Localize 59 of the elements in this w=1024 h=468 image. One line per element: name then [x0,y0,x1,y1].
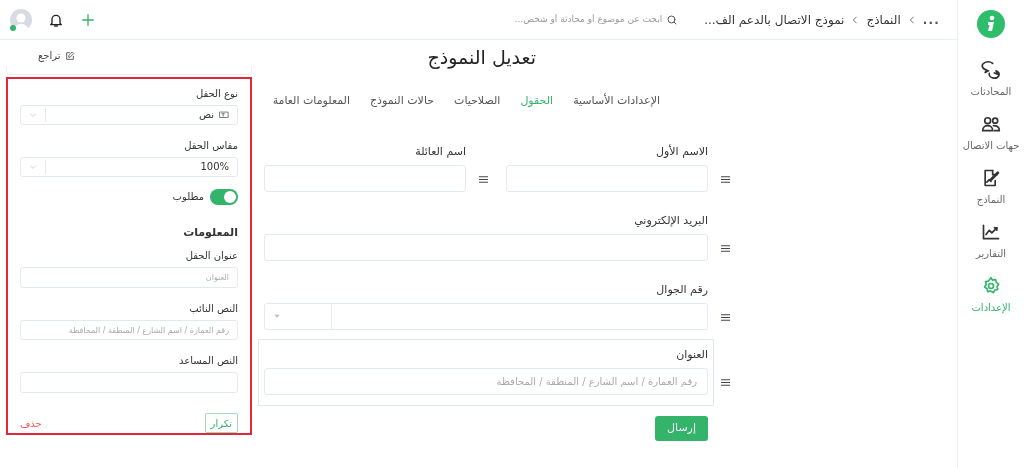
input-field[interactable] [20,372,238,393]
drag-handle-icon [720,311,731,323]
users-icon [981,114,1001,134]
edit-icon [64,50,75,61]
input-field[interactable] [506,164,708,192]
select-field[interactable]: 100% [20,156,238,177]
input-field[interactable]: رقم العمارة / اسم الشارع / المنطقة / المحافظة [264,367,708,395]
drag-handle-icon [478,173,489,185]
more-button[interactable]: ... [922,10,940,29]
phone-field[interactable] [264,302,708,330]
drag-handle-icon [720,376,731,388]
drag-handle-icon [720,173,731,185]
toggle-switch[interactable] [210,188,238,205]
text-field-icon [219,109,229,120]
nav-item[interactable]: التقارير [975,222,1007,260]
field-label: البريد الإلكتروني [633,213,708,228]
field-label: رقم الجوال [655,282,708,297]
search-icon [666,13,679,26]
settings-icon [981,276,1001,296]
field-label: عنوان الحقل [184,249,238,263]
field-label: اسم العائلة [414,144,466,159]
field-frame[interactable]: اسم العائلة [258,143,472,193]
chart-icon [981,222,1001,242]
field-label: نوع الحقل [195,87,238,100]
chevron-down-icon [29,110,37,119]
page-title: تعديل النموذج [427,45,536,69]
field-frame[interactable]: رقم الجوال [258,281,714,331]
form-edit-icon [981,168,1001,188]
select-field[interactable]: نص [20,105,238,125]
logo-icon[interactable] [977,10,1005,38]
section-heading: المعلومات [182,224,238,241]
input-field[interactable]: رقم العمارة / اسم الشارع / المنطقة / المحافظة [20,319,238,341]
nav-item[interactable]: جهات الاتصال [962,114,1020,152]
avatar[interactable] [10,8,32,31]
tab[interactable]: الإعدادات الأساسية [573,93,660,110]
undo-button[interactable]: تراجع [38,48,75,63]
field-label: مقاس الحقل [183,138,238,152]
input-field[interactable]: العنوان [20,267,238,288]
nav-item[interactable]: النماذج [976,168,1006,206]
tab[interactable]: حالات النموذج [370,93,435,110]
tab[interactable]: الصلاحيات [454,93,501,110]
breadcrumb-link[interactable]: النماذج [866,10,901,29]
field-frame[interactable]: الاسم الأول [500,143,714,193]
nav-item[interactable]: المحادثات [970,60,1012,98]
field-label: العنوان [675,347,708,362]
field-label: النص النائب [188,301,238,315]
tab[interactable]: المعلومات العامة [272,93,350,110]
field-frame[interactable]: العنوان رقم العمارة / اسم الشارع / المنطقة / المحافظة [258,338,714,406]
field-label: الاسم الأول [655,144,708,159]
input-field[interactable] [264,233,708,261]
field-label: مطلوب [172,190,204,204]
drag-handle-icon [720,242,731,254]
breadcrumb-link[interactable]: نموذج الاتصال بالدعم الف... [704,10,845,29]
caret-icon [273,312,281,320]
chevron-down-icon [29,162,37,171]
plus-icon [80,11,96,28]
input-field[interactable] [264,164,466,192]
field-frame[interactable]: البريد الإلكتروني [258,212,714,262]
field-label: النص المساعد [177,354,238,368]
